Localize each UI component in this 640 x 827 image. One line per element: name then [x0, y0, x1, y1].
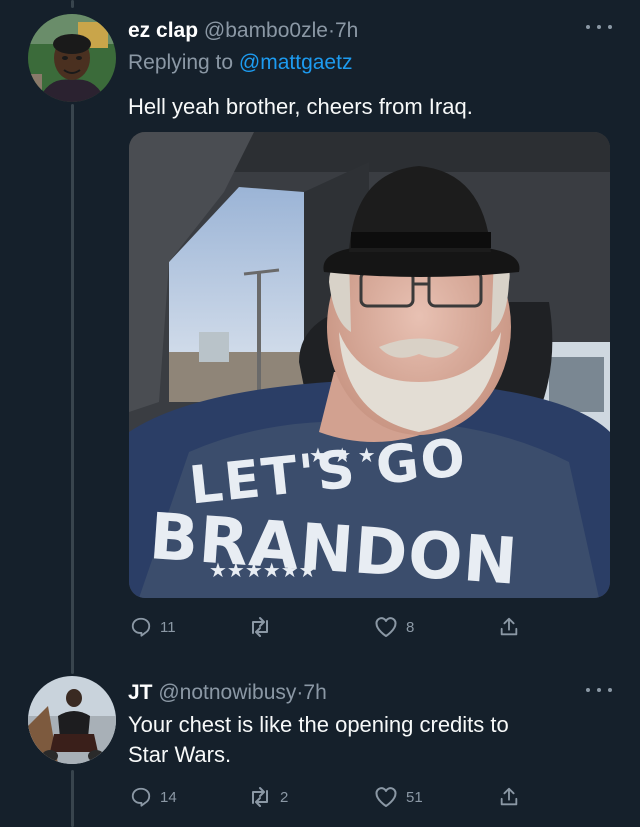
- more-icon[interactable]: [586, 22, 612, 32]
- svg-text:★★★★★★: ★★★★★★: [209, 558, 317, 582]
- handle[interactable]: @bambo0zle: [204, 19, 328, 42]
- tweet-text-line1: Your chest is like the opening credits t…: [128, 712, 509, 737]
- display-name[interactable]: ez clap: [128, 19, 198, 42]
- thread-line-bottom: [71, 770, 74, 827]
- reply-button[interactable]: 11: [130, 612, 176, 642]
- tweet-text-line2: Star Wars.: [128, 742, 232, 767]
- tweet-text: Your chest is like the opening credits t…: [128, 710, 509, 770]
- replying-prefix: Replying to: [128, 51, 239, 74]
- share-button[interactable]: [498, 782, 520, 812]
- more-icon[interactable]: [586, 685, 612, 695]
- retweet-count: 2: [280, 788, 289, 806]
- replying-to: Replying to @mattgaetz: [128, 50, 352, 76]
- display-name[interactable]: JT: [128, 681, 153, 704]
- tweet1-actions: 11 8: [128, 612, 528, 642]
- avatar-jt[interactable]: [28, 676, 116, 764]
- handle[interactable]: @notnowibusy: [158, 681, 296, 704]
- tweet-text: Hell yeah brother, cheers from Iraq.: [128, 94, 473, 119]
- thread-line-top: [71, 0, 74, 8]
- like-button[interactable]: 8: [374, 612, 414, 642]
- avatar-ez-clap[interactable]: [28, 14, 116, 102]
- like-icon: [375, 787, 397, 807]
- reply-icon: [131, 787, 151, 807]
- share-icon: [500, 617, 518, 636]
- retweet-button[interactable]: 2: [248, 782, 288, 812]
- like-icon: [375, 617, 397, 637]
- timestamp[interactable]: 7h: [303, 681, 326, 704]
- tweet-photo[interactable]: LET'S GO BRANDON ★★★★★★ ★ ★ ★: [129, 132, 610, 598]
- like-count: 51: [406, 788, 423, 806]
- like-count: 8: [406, 618, 415, 636]
- separator-dot: ·: [327, 19, 335, 42]
- reply-count: 14: [160, 788, 177, 806]
- tweet2-actions: 14 2 51: [128, 782, 528, 812]
- retweet-icon: [252, 617, 268, 637]
- retweet-icon: [252, 787, 268, 807]
- svg-text:★ ★ ★: ★ ★ ★: [309, 443, 376, 467]
- reply-button[interactable]: 14: [130, 782, 177, 812]
- reply-icon: [131, 617, 151, 637]
- like-button[interactable]: 51: [374, 782, 423, 812]
- thread-line-connector: [71, 104, 74, 674]
- share-icon: [500, 787, 518, 806]
- tweet2-header: JT @notnowibusy·7h: [128, 680, 327, 706]
- mention-link[interactable]: @mattgaetz: [239, 51, 353, 74]
- timestamp[interactable]: 7h: [335, 19, 358, 42]
- retweet-button[interactable]: [248, 612, 280, 642]
- share-button[interactable]: [498, 612, 520, 642]
- tweet1-header: ez clap @bambo0zle·7h: [128, 18, 358, 44]
- reply-count: 11: [160, 618, 176, 636]
